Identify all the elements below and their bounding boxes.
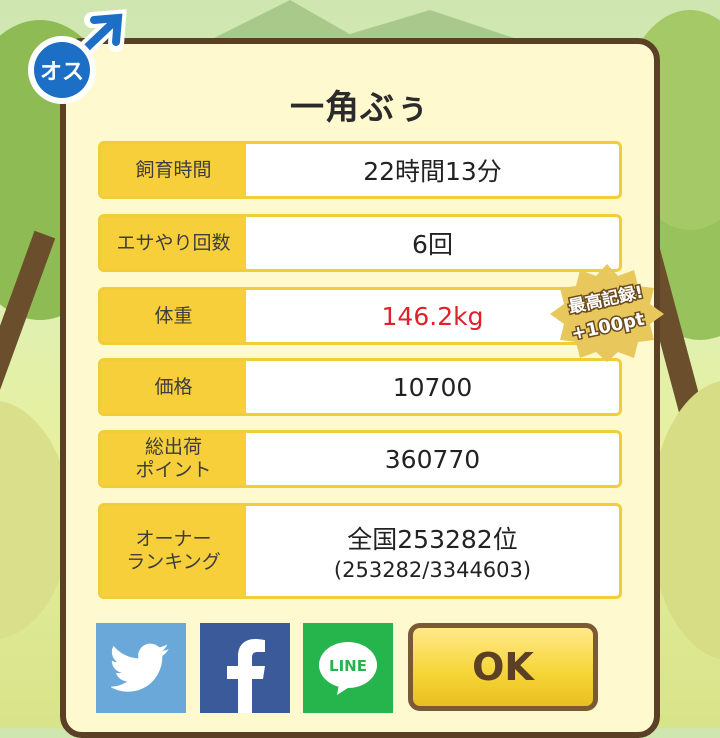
stat-label: 体重: [101, 290, 246, 342]
stat-label: 価格: [101, 361, 246, 413]
stat-label: オーナー ランキング: [101, 506, 246, 596]
stat-value: 360770: [384, 444, 481, 474]
stat-row-feeding-time: 飼育時間 22時間13分: [98, 141, 622, 199]
stat-value: 22時間13分: [363, 157, 502, 186]
ranking-detail: (253282/3344603): [333, 558, 532, 582]
twitter-share-button[interactable]: [96, 623, 186, 713]
ok-button[interactable]: OK: [408, 623, 598, 711]
facebook-f-icon: [227, 639, 265, 713]
line-logo-text: LINE: [329, 657, 367, 675]
stat-row-shipment-points: 総出荷 ポイント 360770: [98, 430, 622, 488]
ranking-main: 全国253282位: [347, 525, 518, 554]
stat-row-feed-count: エサやり回数 6回: [98, 214, 622, 272]
stat-row-price: 価格 10700: [98, 358, 622, 416]
stat-value-ranking: 全国253282位 (253282/3344603): [246, 506, 619, 596]
male-symbol-icon: オス: [28, 9, 127, 104]
stat-label: 飼育時間: [101, 144, 246, 196]
stat-value: 10700: [392, 372, 473, 402]
gender-label: オス: [40, 60, 84, 85]
stat-row-weight: 体重 146.2kg: [98, 287, 622, 345]
facebook-share-button[interactable]: [200, 623, 290, 713]
line-logo-icon: LINE: [319, 642, 377, 695]
stat-label: エサやり回数: [101, 217, 246, 269]
line-share-button[interactable]: LINE: [303, 623, 393, 713]
twitter-bird-icon: [111, 643, 169, 692]
pig-name-title: 一角ぶぅ: [290, 88, 430, 128]
stat-row-owner-ranking: オーナー ランキング 全国253282位 (253282/3344603): [98, 503, 622, 599]
record-badge: 最高記録! +100pt: [550, 264, 664, 362]
stat-label: 総出荷 ポイント: [101, 433, 246, 485]
